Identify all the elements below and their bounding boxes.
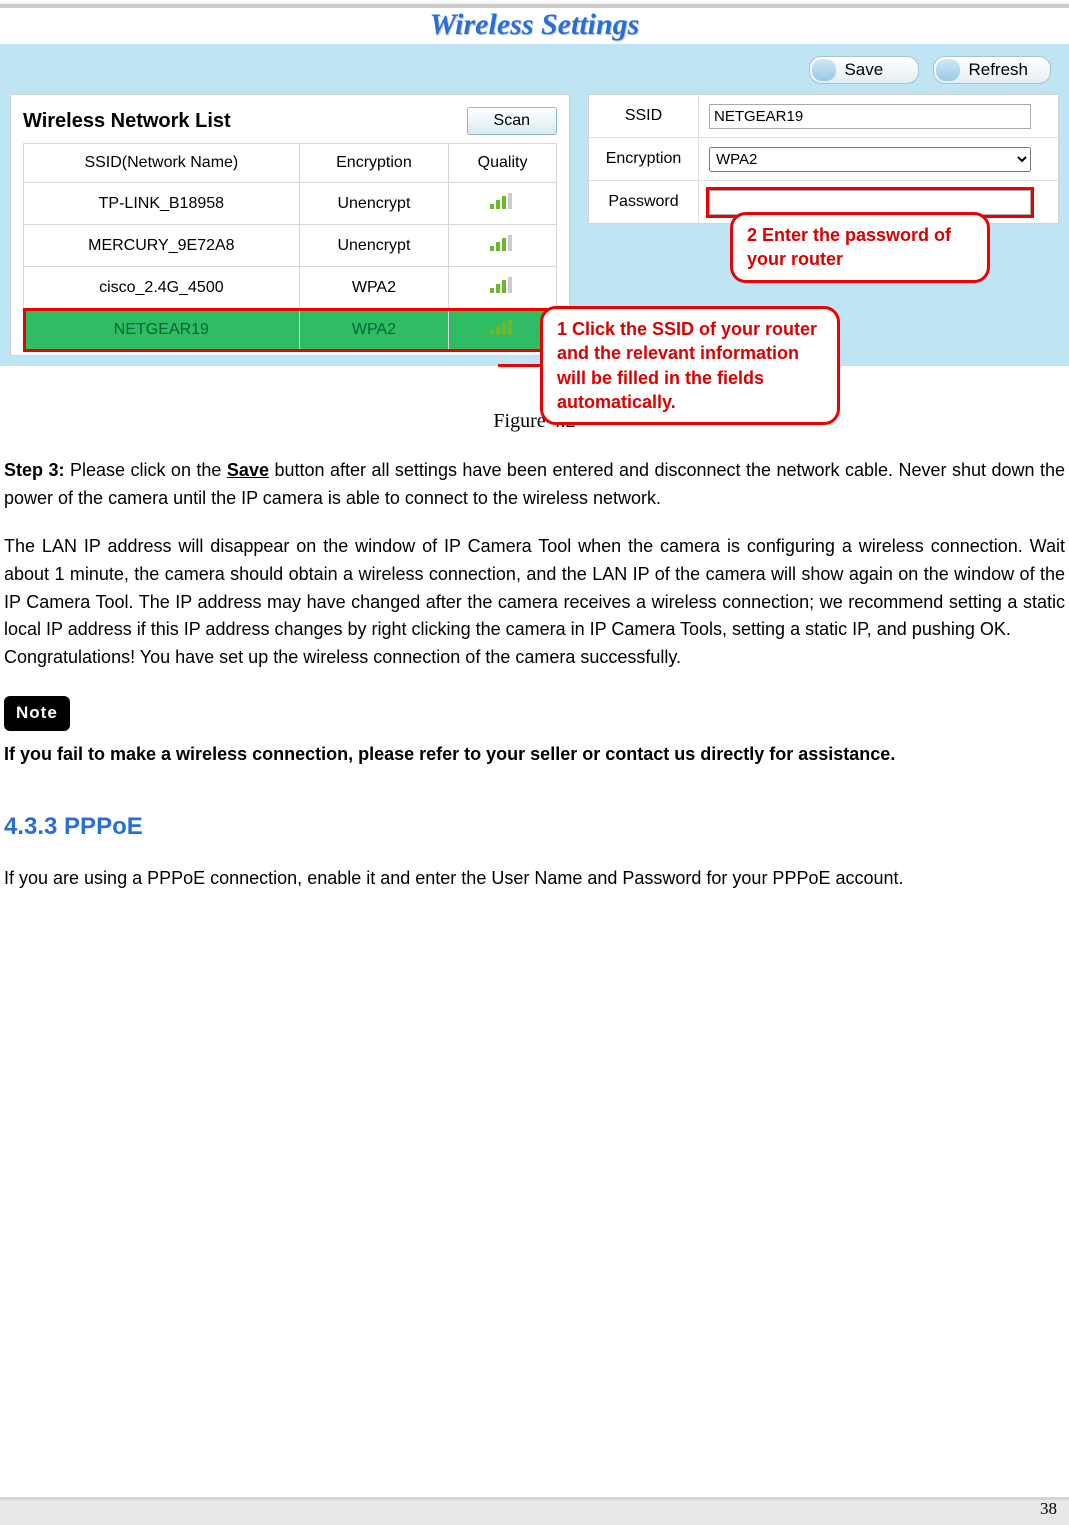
table-row[interactable]: MERCURY_9E72A8Unencrypt [24, 225, 557, 267]
step3-label: Step 3: [4, 460, 64, 480]
save-button[interactable]: Save [809, 56, 919, 84]
refresh-button[interactable]: Refresh [933, 56, 1051, 84]
refresh-icon [936, 59, 960, 81]
col-quality: Quality [449, 144, 557, 183]
save-word: Save [227, 460, 269, 480]
signal-icon [490, 235, 516, 251]
scan-button[interactable]: Scan [467, 107, 557, 135]
section-heading-pppoe: 4.3.3 PPPoE [4, 808, 1065, 845]
step3-paragraph: Step 3: Please click on the Save button … [4, 457, 1065, 513]
wireless-network-list: Wireless Network List Scan SSID(Network … [10, 94, 570, 356]
col-encryption: Encryption [299, 144, 448, 183]
signal-icon [490, 277, 516, 293]
network-list-title: Wireless Network List [23, 110, 453, 133]
ssid-label: SSID [589, 95, 699, 137]
note-text: If you fail to make a wireless connectio… [4, 741, 1065, 768]
connection-fields-panel: SSID Encryption WPA2 Password [588, 94, 1059, 224]
ssid-input[interactable] [709, 104, 1031, 129]
table-row[interactable]: TP-LINK_B18958Unencrypt [24, 183, 557, 225]
page-footer [0, 1497, 1069, 1525]
password-input[interactable] [709, 190, 1031, 215]
pppoe-paragraph: If you are using a PPPoE connection, ena… [4, 865, 1065, 893]
callout-enter-password: 2 Enter the password of your router [730, 212, 990, 283]
arrow-1-icon [498, 364, 544, 367]
network-table: SSID(Network Name) Encryption Quality TP… [23, 143, 557, 351]
encryption-select[interactable]: WPA2 [709, 147, 1031, 172]
wireless-settings-panel: Save Refresh Wireless Network List Scan … [0, 44, 1069, 366]
page-number: 38 [1040, 1499, 1057, 1519]
table-row[interactable]: cisco_2.4G_4500WPA2 [24, 267, 557, 309]
encryption-label: Encryption [589, 138, 699, 180]
callout-click-ssid: 1 Click the SSID of your router and the … [540, 306, 840, 425]
save-icon [812, 59, 836, 81]
password-label: Password [589, 181, 699, 223]
save-button-label: Save [844, 60, 883, 79]
signal-icon [490, 193, 516, 209]
lan-ip-paragraph: The LAN IP address will disappear on the… [4, 533, 1065, 672]
note-badge: Note [4, 696, 70, 730]
page-title: Wireless Settings [0, 4, 1069, 44]
col-ssid: SSID(Network Name) [24, 144, 300, 183]
figure-caption: Figure 4.2 [0, 410, 1069, 433]
refresh-button-label: Refresh [968, 60, 1028, 79]
signal-icon [490, 319, 516, 335]
table-row[interactable]: NETGEAR19WPA2 [24, 309, 557, 351]
